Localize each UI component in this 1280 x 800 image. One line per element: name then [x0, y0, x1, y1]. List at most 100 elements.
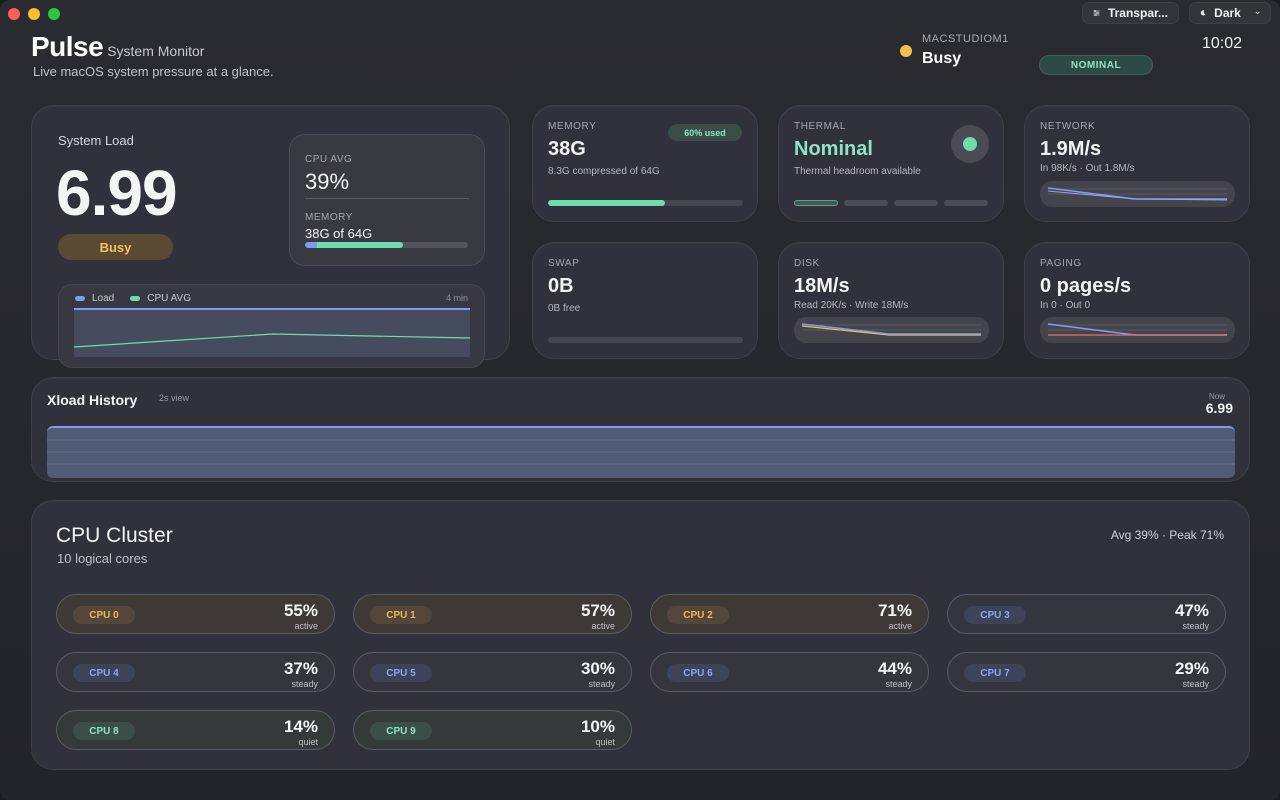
network-sparkline — [1040, 181, 1235, 207]
cpu-core-usage: 37% — [283, 659, 318, 678]
app-title: Pulse System Monitor — [31, 31, 204, 63]
paging-card-detail: In 0 · Out 0 — [1040, 300, 1091, 311]
cpu-core-label: CPU 6 — [667, 664, 729, 682]
cpu-core-state: quiet — [298, 737, 318, 747]
cpu-core-card: CPU 0 55% active — [56, 594, 335, 634]
memory-value: 38G of 64G — [305, 226, 373, 241]
cluster-title: CPU Cluster — [56, 524, 173, 547]
swap-usage-bar — [548, 337, 743, 343]
cpu-core-usage: 71% — [877, 601, 912, 620]
cpu-core-state: quiet — [595, 737, 615, 747]
swap-card-label: SWAP — [548, 258, 580, 269]
memory-card: MEMORY 60% used 38G 8.3G compressed of 6… — [532, 105, 758, 222]
cpu-core-card: CPU 9 10% quiet — [353, 710, 632, 750]
thermal-level-segment — [944, 200, 988, 206]
sliders-icon — [1093, 9, 1100, 17]
cpu-core-card: CPU 8 14% quiet — [56, 710, 335, 750]
cpu-avg-value: 39% — [305, 169, 350, 194]
cpu-core-state: active — [294, 621, 318, 631]
network-card-value: 1.9M/s — [1040, 138, 1102, 160]
divider — [305, 198, 469, 199]
system-load-heading: System Load — [58, 133, 134, 148]
thermal-card-label: THERMAL — [794, 121, 846, 132]
memory-used-badge: 60% used — [668, 124, 742, 141]
thermal-indicator-icon — [951, 125, 989, 163]
load-state-badge: Busy — [58, 234, 173, 260]
minimize-window-button[interactable] — [28, 8, 40, 20]
app-name: Pulse — [31, 31, 104, 62]
swap-card-detail: 0B free — [548, 303, 581, 314]
memory-label: MEMORY — [305, 212, 353, 223]
cpu-core-card: CPU 4 37% steady — [56, 652, 335, 692]
history-view-window: 2s view — [159, 393, 190, 403]
app-window: Transpar... Dark Pulse System Monitor Li… — [0, 0, 1280, 800]
paging-card-value: 0 pages/s — [1040, 275, 1132, 297]
cpu-core-usage: 14% — [283, 717, 318, 736]
cpu-core-label: CPU 2 — [667, 606, 729, 624]
swap-card: SWAP 0B 0B free — [532, 242, 758, 359]
system-load-card: System Load 6.99 Busy CPU AVG 39% MEMORY… — [31, 105, 510, 368]
memory-card-label: MEMORY — [548, 121, 597, 132]
paging-card-label: PAGING — [1040, 258, 1082, 269]
cpu-core-label: CPU 7 — [964, 664, 1026, 682]
thermal-card-value: Nominal — [794, 138, 873, 160]
window-controls — [8, 8, 60, 20]
close-window-button[interactable] — [8, 8, 20, 20]
thermal-card-detail: Thermal headroom available — [794, 166, 921, 177]
cpu-core-label: CPU 4 — [73, 664, 135, 682]
cpu-core-state: active — [591, 621, 615, 631]
disk-card-detail: Read 20K/s · Write 18M/s — [794, 300, 909, 311]
history-now-value: 6.99 — [1205, 400, 1233, 416]
clock: 10:02 — [1202, 35, 1243, 52]
cpu-core-label: CPU 1 — [370, 606, 432, 624]
transparency-label: Transpar... — [1107, 6, 1168, 20]
cpu-core-usage: 44% — [877, 659, 912, 678]
xload-history-card: Xload History 2s view Now 6.99 — [31, 377, 1250, 482]
cpu-avg-label: CPU AVG — [305, 154, 353, 165]
system-load-value: 6.99 — [56, 157, 178, 229]
thermal-level-segment — [894, 200, 938, 206]
cpu-core-usage: 30% — [580, 659, 615, 678]
host-name: MACSTUDIOM1 — [922, 33, 1009, 45]
history-title: Xload History — [47, 392, 138, 408]
theme-label: Dark — [1214, 6, 1241, 20]
cpu-core-card: CPU 3 47% steady — [947, 594, 1226, 634]
cpu-core-state: steady — [885, 679, 912, 689]
disk-card: DISK 18M/s Read 20K/s · Write 18M/s — [778, 242, 1004, 359]
disk-card-label: DISK — [794, 258, 820, 269]
theme-select[interactable]: Dark — [1189, 2, 1271, 24]
cpu-core-usage: 55% — [283, 601, 318, 620]
thermal-level-segment — [844, 200, 888, 206]
cpu-core-label: CPU 3 — [964, 606, 1026, 624]
cpu-core-card: CPU 7 29% steady — [947, 652, 1226, 692]
cpu-cluster-card: CPU Cluster 10 logical cores Avg 39% · P… — [31, 500, 1250, 770]
moon-icon — [1200, 10, 1206, 16]
network-card-detail: In 98K/s · Out 1.8M/s — [1040, 163, 1135, 174]
swap-card-value: 0B — [548, 275, 574, 297]
thermal-status-badge: NOMINAL — [1039, 55, 1153, 75]
zoom-window-button[interactable] — [48, 8, 60, 20]
paging-card: PAGING 0 pages/s In 0 · Out 0 — [1024, 242, 1250, 359]
load-chart: Load CPU AVG 4 min — [58, 284, 485, 368]
thermal-card: THERMAL Nominal Thermal headroom availab… — [778, 105, 1004, 222]
network-card-label: NETWORK — [1040, 121, 1096, 132]
transparency-button[interactable]: Transpar... — [1082, 2, 1179, 24]
cpu-core-state: steady — [291, 679, 318, 689]
memory-usage-bar — [548, 200, 743, 206]
cpu-core-usage: 47% — [1174, 601, 1209, 620]
cpu-core-state: active — [888, 621, 912, 631]
xload-history-chart — [47, 426, 1235, 478]
cpu-core-card: CPU 6 44% steady — [650, 652, 929, 692]
cpu-core-state: steady — [1182, 621, 1209, 631]
memory-progress-bar — [305, 242, 468, 248]
memory-usage-fill — [548, 200, 665, 206]
memory-card-detail: 8.3G compressed of 64G — [548, 166, 660, 177]
cpu-core-state: steady — [1182, 679, 1209, 689]
thermal-level-meter — [794, 200, 988, 206]
cpu-core-label: CPU 8 — [73, 722, 135, 740]
network-card: NETWORK 1.9M/s In 98K/s · Out 1.8M/s — [1024, 105, 1250, 222]
cpu-core-label: CPU 9 — [370, 722, 432, 740]
disk-sparkline — [794, 317, 989, 343]
app-tagline: Live macOS system pressure at a glance. — [33, 64, 274, 79]
host-status-value: Busy — [922, 50, 962, 67]
